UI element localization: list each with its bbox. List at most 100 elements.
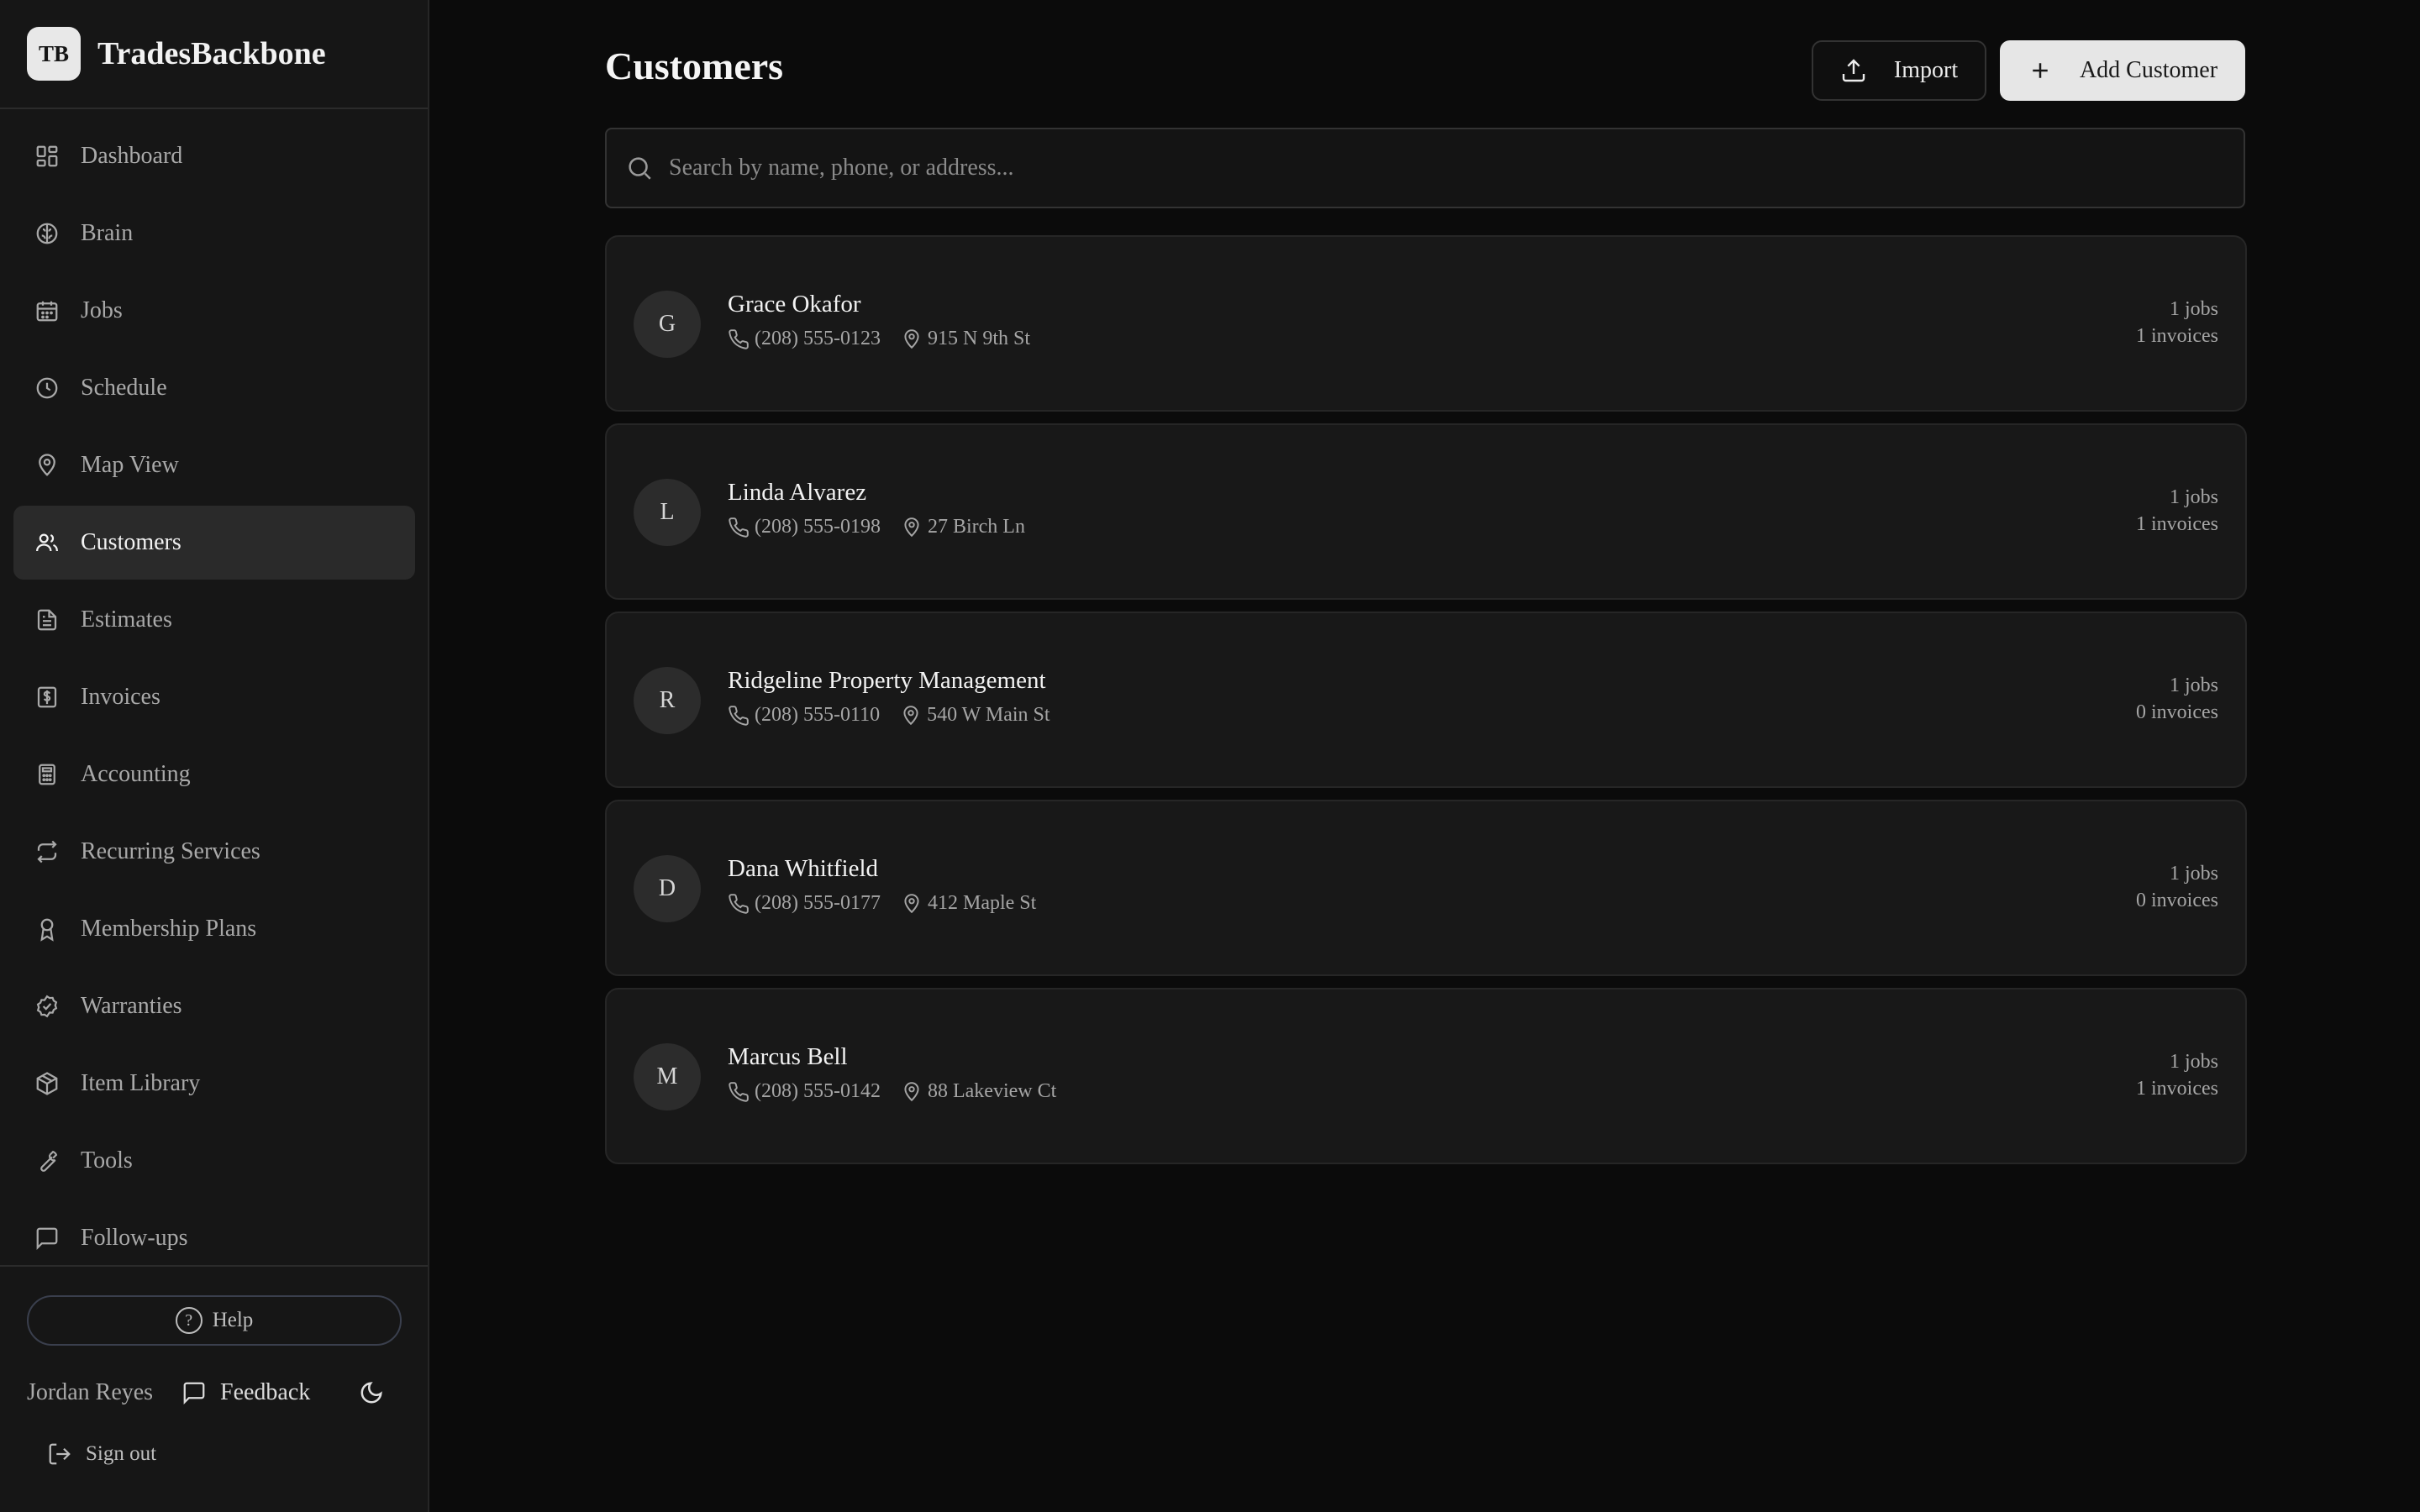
phone-icon: [728, 328, 750, 350]
wrench-icon: [34, 1147, 60, 1174]
sidebar-item-label: Recurring Services: [81, 838, 260, 864]
customer-address: 540 W Main St: [927, 704, 1050, 726]
sidebar-item-tools[interactable]: Tools: [13, 1124, 415, 1198]
brain-icon: [34, 220, 60, 247]
invoices-count: 1 invoices: [2136, 1078, 2218, 1100]
sidebar-item-label: Tools: [81, 1147, 133, 1173]
message-square-icon: [34, 1225, 60, 1252]
add-customer-label: Add Customer: [2079, 57, 2218, 83]
sidebar-item-item-library[interactable]: Item Library: [13, 1047, 415, 1121]
invoice-dollar-icon: [34, 684, 60, 711]
import-label: Import: [1893, 57, 1959, 83]
sidebar-item-customers[interactable]: Customers: [13, 506, 415, 580]
sidebar-item-estimates[interactable]: Estimates: [13, 583, 415, 657]
invoices-count: 0 invoices: [2136, 701, 2218, 723]
sidebar-item-label: Accounting: [81, 761, 191, 787]
sidebar-item-accounting[interactable]: Accounting: [13, 738, 415, 811]
customer-card[interactable]: L Linda Alvarez (208) 555-0198 27 Birch …: [605, 423, 2247, 600]
sidebar-item-jobs[interactable]: Jobs: [13, 274, 415, 348]
avatar: R: [634, 667, 701, 734]
avatar: G: [634, 291, 701, 358]
customer-name: Ridgeline Property Management: [728, 667, 1046, 694]
avatar: L: [634, 479, 701, 546]
help-icon: ?: [175, 1307, 203, 1334]
dashboard-icon: [34, 143, 60, 170]
repeat-icon: [34, 838, 60, 865]
sidebar-item-schedule[interactable]: Schedule: [13, 351, 415, 425]
sidebar-item-label: Schedule: [81, 375, 167, 401]
help-button[interactable]: ? Help: [27, 1295, 402, 1346]
map-pin-icon: [901, 1081, 923, 1103]
customer-card[interactable]: R Ridgeline Property Management (208) 55…: [605, 612, 2247, 788]
customer-name: Linda Alvarez: [728, 479, 867, 506]
customer-phone: (208) 555-0198: [755, 516, 881, 538]
customer-meta: (208) 555-0110 540 W Main St: [728, 704, 1050, 727]
phone-icon: [728, 705, 750, 727]
brand[interactable]: TB TradesBackbone: [27, 27, 326, 81]
map-pin-icon: [901, 328, 923, 350]
invoices-count: 1 invoices: [2136, 513, 2218, 535]
sidebar: TB TradesBackbone Dashboard Brain Jobs S…: [0, 0, 429, 1512]
main-content: Customers Import Add Customer G Grace Ok…: [430, 0, 2420, 1512]
jobs-count: 1 jobs: [2169, 863, 2218, 885]
sidebar-item-recurring-services[interactable]: Recurring Services: [13, 815, 415, 889]
customer-address: 88 Lakeview Ct: [927, 1080, 1057, 1102]
customer-phone: (208) 555-0177: [755, 892, 881, 914]
plus-icon: [2028, 58, 2053, 83]
sign-out-button[interactable]: Sign out: [47, 1441, 156, 1467]
sidebar-item-map-view[interactable]: Map View: [13, 428, 415, 502]
help-label: Help: [212, 1309, 254, 1331]
feedback-button[interactable]: Feedback: [182, 1379, 355, 1406]
customer-address: 412 Maple St: [927, 892, 1037, 914]
map-pin-icon: [901, 893, 923, 915]
phone-icon: [728, 893, 750, 915]
customer-card[interactable]: M Marcus Bell (208) 555-0142 88 Lakeview…: [605, 988, 2247, 1164]
calculator-icon: [34, 761, 60, 788]
jobs-count: 1 jobs: [2169, 675, 2218, 696]
customer-phone: (208) 555-0110: [755, 704, 881, 726]
customer-meta: (208) 555-0198 27 Birch Ln: [728, 516, 1025, 538]
import-button[interactable]: Import: [1812, 40, 1986, 101]
sidebar-item-warranties[interactable]: Warranties: [13, 969, 415, 1043]
search-icon: [625, 154, 654, 182]
customer-counts: 1 jobs 1 invoices: [2136, 484, 2218, 538]
sidebar-item-label: Warranties: [81, 993, 182, 1019]
customer-name: Marcus Bell: [728, 1043, 848, 1070]
brand-logo: TB: [27, 27, 81, 81]
sidebar-item-label: Map View: [81, 452, 179, 478]
upload-icon: [1840, 57, 1867, 84]
page-title: Customers: [605, 45, 784, 87]
sidebar-item-label: Follow-ups: [81, 1225, 188, 1251]
customer-card[interactable]: D Dana Whitfield (208) 555-0177 412 Mapl…: [605, 800, 2247, 976]
sidebar-item-label: Brain: [81, 220, 134, 246]
customer-list: G Grace Okafor (208) 555-0123 915 N 9th …: [605, 235, 2247, 1176]
sidebar-item-dashboard[interactable]: Dashboard: [13, 119, 415, 193]
customer-card[interactable]: G Grace Okafor (208) 555-0123 915 N 9th …: [605, 235, 2247, 412]
customer-address: 915 N 9th St: [927, 328, 1030, 349]
sidebar-item-label: Dashboard: [81, 143, 183, 169]
map-pin-icon: [901, 517, 923, 538]
search-input[interactable]: [669, 129, 2244, 207]
add-customer-button[interactable]: Add Customer: [2000, 40, 2245, 101]
sidebar-item-brain[interactable]: Brain: [13, 197, 415, 270]
customer-meta: (208) 555-0142 88 Lakeview Ct: [728, 1080, 1056, 1103]
customer-meta: (208) 555-0177 412 Maple St: [728, 892, 1036, 915]
sidebar-item-follow-ups[interactable]: Follow-ups: [13, 1201, 415, 1265]
user-name: Jordan Reyes: [27, 1379, 154, 1405]
phone-icon: [728, 1081, 750, 1103]
sidebar-item-invoices[interactable]: Invoices: [13, 660, 415, 734]
sign-out-icon: [47, 1441, 72, 1467]
theme-toggle-moon-icon[interactable]: [355, 1376, 388, 1410]
users-icon: [34, 529, 60, 556]
document-icon: [34, 606, 60, 633]
sidebar-item-membership-plans[interactable]: Membership Plans: [13, 892, 415, 966]
sidebar-item-label: Jobs: [81, 297, 123, 323]
customer-name: Grace Okafor: [728, 291, 861, 318]
package-icon: [34, 1070, 60, 1097]
map-pin-icon: [34, 452, 60, 479]
invoices-count: 0 invoices: [2136, 890, 2218, 911]
sidebar-item-label: Estimates: [81, 606, 172, 633]
sidebar-item-label: Customers: [81, 529, 182, 555]
search-bar: [605, 128, 2245, 208]
clock-icon: [34, 375, 60, 402]
